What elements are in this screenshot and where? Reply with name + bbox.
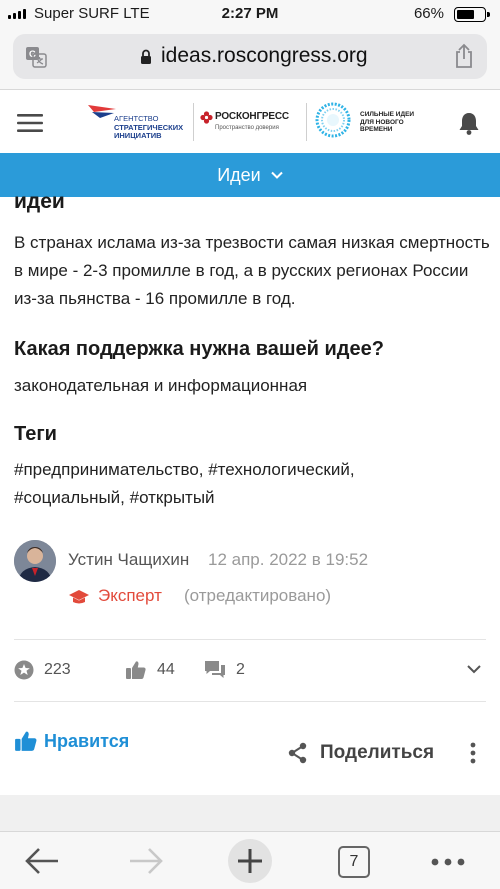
likes-count: 44 [157, 661, 175, 678]
rating-stat: 223 [14, 660, 71, 680]
edited-label: (отредактировано) [184, 586, 332, 605]
asi-logo[interactable]: АГЕНТСТВО СТРАТЕГИЧЕСКИХ ИНИЦИАТИВ [86, 101, 190, 143]
battery-icon [454, 7, 490, 22]
comments-stat: 2 [204, 660, 245, 680]
bell-icon[interactable] [458, 111, 480, 135]
chevron-down-icon[interactable] [466, 664, 482, 674]
asi-logo-text: АГЕНТСТВО СТРАТЕГИЧЕСКИХ ИНИЦИАТИВ [114, 114, 184, 140]
ideas-nav-label: Идеи [217, 164, 261, 185]
support-text: законодательная и информационная [14, 376, 308, 395]
comments-count: 2 [236, 661, 245, 678]
thumbs-up-icon [15, 731, 37, 751]
share-icon[interactable] [453, 43, 475, 69]
avatar[interactable] [14, 540, 56, 582]
roscongress-flower-icon [200, 111, 213, 124]
author-name[interactable]: Устин Чащихин [68, 550, 189, 570]
logo-divider [306, 103, 307, 141]
avatar-image [14, 540, 56, 582]
roscongress-name: РОСКОНГРЕСС [215, 111, 289, 122]
thumbs-up-icon [126, 661, 146, 679]
new-tab-icon[interactable] [226, 838, 274, 884]
url-text[interactable]: ideas.roscongress.org [161, 44, 368, 68]
more-vertical-icon[interactable] [470, 742, 476, 764]
divider [14, 639, 486, 640]
back-arrow-icon[interactable] [24, 846, 60, 876]
address-bar[interactable]: G ideas.roscongress.org [13, 34, 487, 79]
share-label: Поделиться [320, 742, 435, 763]
tabs-icon[interactable]: 7 [338, 846, 370, 878]
divider [14, 701, 486, 702]
page-footer-spacer [0, 795, 500, 831]
strong-ideas-logo[interactable]: СИЛЬНЫЕ ИДЕИ ДЛЯ НОВОГО ВРЕМЕНИ [314, 101, 424, 143]
hamburger-menu-icon[interactable] [17, 113, 43, 133]
idea-description: В странах ислама из-за трезвости самая н… [14, 233, 490, 308]
tags-title: Теги [14, 423, 57, 445]
chevron-down-icon [271, 171, 283, 179]
share-button[interactable]: Поделиться [288, 742, 434, 764]
strong-ideas-text: СИЛЬНЫЕ ИДЕИ ДЛЯ НОВОГО ВРЕМЕНИ [360, 111, 415, 133]
translate-icon[interactable]: G [25, 46, 47, 68]
rating-count: 223 [44, 661, 71, 678]
section-title-partial: идеи [14, 190, 65, 213]
expert-badge: Эксперт [98, 586, 162, 605]
tags-text[interactable]: #предпринимательство, #технологический, … [14, 456, 414, 512]
roscongress-subtitle: Пространство доверия [215, 125, 279, 131]
site-header: АГЕНТСТВО СТРАТЕГИЧЕСКИХ ИНИЦИАТИВ РОСКО… [0, 91, 500, 153]
status-bar: Super SURF LTE 2:27 PM 66% [0, 0, 500, 28]
ideas-nav-dropdown[interactable]: Идеи [0, 153, 500, 197]
like-label: Нравится [44, 730, 130, 751]
logo-divider [193, 103, 194, 141]
roscongress-logo[interactable]: РОСКОНГРЕСС Пространство доверия [200, 109, 300, 139]
lock-icon [141, 49, 151, 64]
comments-icon [205, 661, 225, 678]
graduation-cap-icon [69, 590, 89, 604]
browser-address-area: G ideas.roscongress.org [0, 28, 500, 90]
forward-arrow-icon[interactable] [128, 846, 164, 876]
more-icon[interactable] [430, 857, 466, 867]
star-badge-icon [14, 660, 34, 680]
like-button[interactable]: Нравится [14, 730, 129, 752]
strong-ideas-ring-icon [315, 102, 351, 138]
likes-stat: 44 [125, 660, 175, 680]
battery-percent: 66% [413, 5, 444, 22]
post-date: 12 апр. 2022 в 19:52 [208, 550, 369, 569]
browser-toolbar: 7 [0, 831, 500, 889]
share-nodes-icon [288, 742, 307, 764]
support-title: Какая поддержка нужна вашей идее? [14, 338, 384, 360]
